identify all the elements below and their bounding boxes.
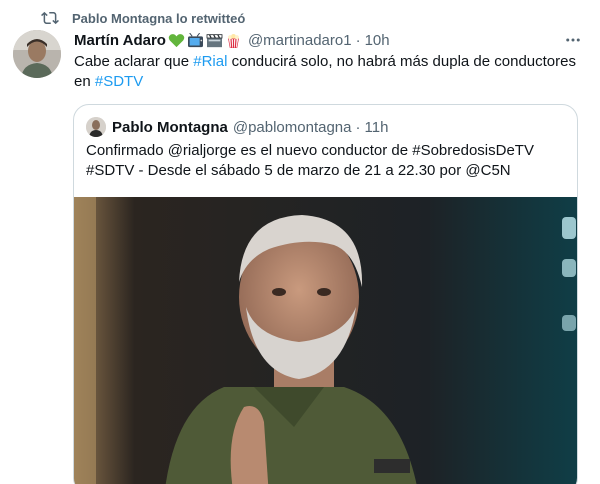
more-options-icon[interactable] (562, 30, 584, 50)
author-emojis (168, 32, 242, 48)
tweet-header: Martín Adaro @martinadaro1 · 10h (74, 30, 584, 50)
quoted-author-handle[interactable]: @pablomontagna (233, 119, 352, 136)
separator-dot: · (355, 118, 361, 136)
film-clapper-icon (206, 33, 223, 47)
green-heart-icon (168, 33, 185, 47)
separator-dot: · (355, 31, 361, 49)
tweet-text: Cabe aclarar que #Rial conducirá solo, n… (74, 52, 584, 92)
retweet-label[interactable]: Pablo Montagna lo retwitteó (72, 11, 245, 26)
television-icon (187, 32, 203, 47)
avatar[interactable] (13, 30, 61, 78)
quoted-tweet-header: Pablo Montagna @pablomontagna · 11h (86, 117, 388, 137)
quoted-timestamp[interactable]: 11h (365, 119, 389, 136)
retweet-context[interactable]: Pablo Montagna lo retwitteó (40, 8, 245, 28)
author-name[interactable]: Martín Adaro (74, 32, 166, 49)
tweet-timestamp[interactable]: 10h (365, 32, 390, 49)
author-handle[interactable]: @martinadaro1 (248, 32, 352, 49)
hashtag-sdtv[interactable]: #SDTV (95, 73, 143, 90)
popcorn-icon (228, 33, 239, 48)
quoted-tweet[interactable]: Pablo Montagna @pablomontagna · 11h Conf… (73, 104, 578, 484)
quoted-author-name[interactable]: Pablo Montagna (112, 119, 228, 136)
quoted-avatar[interactable] (86, 117, 106, 137)
retweet-icon (40, 8, 60, 28)
tweet-text-part: Cabe aclarar que (74, 53, 194, 70)
hashtag-rial[interactable]: #Rial (193, 53, 227, 70)
quoted-media-photo[interactable] (74, 197, 577, 484)
quoted-tweet-text: Confirmado @rialjorge es el nuevo conduc… (86, 142, 534, 179)
